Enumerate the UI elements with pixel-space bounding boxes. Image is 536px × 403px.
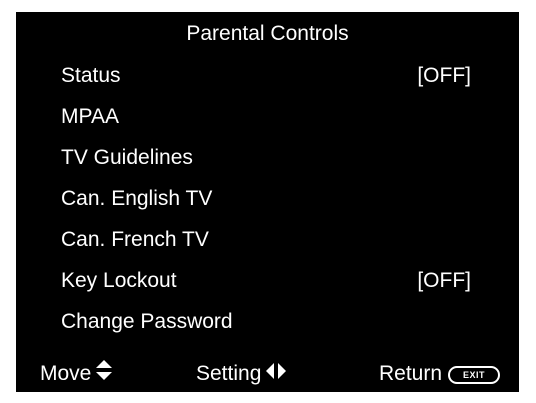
menu-item-can-french-tv[interactable]: Can. French TV	[61, 226, 471, 267]
menu-item-label: MPAA	[61, 105, 119, 128]
setting-label: Setting	[196, 362, 262, 385]
page-title: Parental Controls	[186, 22, 349, 45]
setting-hint: Setting	[196, 360, 287, 388]
menu-item-label: TV Guidelines	[61, 146, 193, 169]
menu-item-label: Status	[61, 64, 121, 87]
return-hint: Return EXIT	[379, 360, 501, 388]
move-label: Move	[40, 362, 92, 385]
return-label: Return	[379, 362, 443, 385]
menu-item-label: Can. English TV	[61, 187, 213, 210]
parental-controls-menu: Status [OFF] MPAA TV Guidelines Can. Eng…	[61, 62, 471, 349]
menu-item-tv-guidelines[interactable]: TV Guidelines	[61, 144, 471, 185]
exit-text: EXIT	[463, 370, 486, 380]
menu-item-label: Change Password	[61, 310, 233, 333]
move-hint: Move	[40, 359, 113, 389]
left-right-arrows-icon	[266, 360, 287, 388]
menu-item-status[interactable]: Status [OFF]	[61, 62, 471, 103]
menu-item-mpaa[interactable]: MPAA	[61, 103, 471, 144]
menu-item-label: Can. French TV	[61, 228, 209, 251]
up-down-arrows-icon	[96, 359, 113, 389]
exit-button-icon: EXIT	[448, 366, 501, 384]
osd-screen: Parental Controls Status [OFF] MPAA TV G…	[16, 12, 519, 392]
menu-item-key-lockout[interactable]: Key Lockout [OFF]	[61, 267, 471, 308]
menu-item-label: Key Lockout	[61, 269, 177, 292]
status-value: [OFF]	[417, 64, 471, 87]
key-lockout-value: [OFF]	[417, 269, 471, 292]
menu-item-change-password[interactable]: Change Password	[61, 308, 471, 349]
menu-item-can-english-tv[interactable]: Can. English TV	[61, 185, 471, 226]
navigation-hints: Move Setting Return EXIT	[16, 360, 519, 390]
